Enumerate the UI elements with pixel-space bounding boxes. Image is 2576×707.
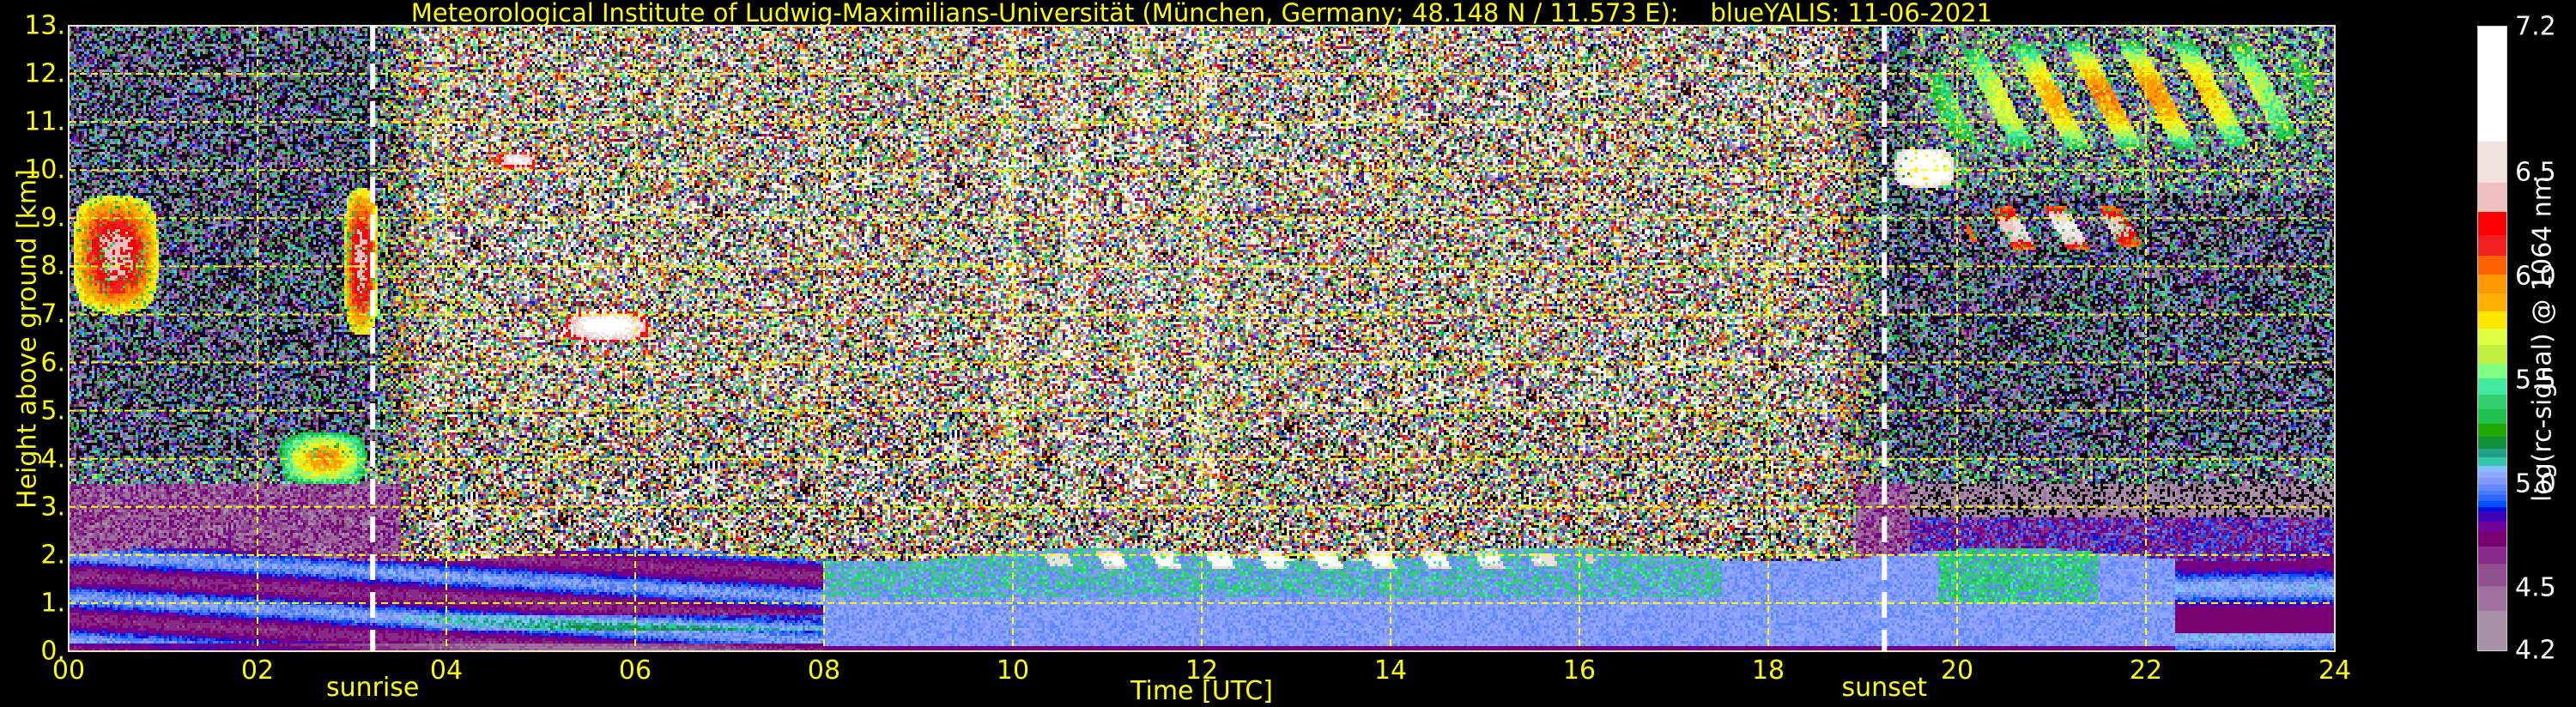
x-tick-label: 08 xyxy=(807,656,841,686)
colorbar-segment xyxy=(2478,521,2506,533)
x-tick-label: 14 xyxy=(1373,656,1408,686)
chart-title: Meteorological Institute of Ludwig-Maxim… xyxy=(410,0,1993,27)
colorbar-segment xyxy=(2478,311,2506,329)
colorbar-segment xyxy=(2478,344,2506,365)
plot-overlay xyxy=(68,25,2336,652)
colorbar-segment xyxy=(2478,448,2506,458)
x-tick-label: 02 xyxy=(240,656,275,686)
colorbar-segment xyxy=(2478,328,2506,346)
colorbar-segment xyxy=(2478,456,2506,466)
y-tick-label: 2. xyxy=(40,540,65,571)
colorbar-segment xyxy=(2478,585,2506,612)
colorbar-segment xyxy=(2478,27,2506,142)
colorbar-segment xyxy=(2478,471,2506,479)
colorbar-segment xyxy=(2478,484,2506,491)
colorbar-segment xyxy=(2478,211,2506,235)
y-tick-label: 11. xyxy=(24,106,65,137)
colorbar-segment xyxy=(2478,255,2506,275)
colorbar-segment xyxy=(2478,394,2506,410)
x-tick-label: 18 xyxy=(1751,656,1785,686)
colorbar-segment xyxy=(2478,477,2506,485)
colorbar-segment xyxy=(2478,363,2506,379)
colorbar-tick-label: 4.2 xyxy=(2515,635,2556,666)
colorbar-segment xyxy=(2478,274,2506,293)
colorbar-segment xyxy=(2478,465,2506,473)
colorbar-segment xyxy=(2478,500,2506,508)
x-tick-label: 20 xyxy=(1940,656,1974,686)
colorbar-segment xyxy=(2478,563,2506,587)
y-tick-label: 1. xyxy=(40,588,65,619)
x-tick-label: 06 xyxy=(618,656,652,686)
colorbar-segment xyxy=(2478,408,2506,425)
x-tick-label: 00 xyxy=(52,656,86,686)
colorbar-segment xyxy=(2478,506,2506,512)
y-tick-label: 13. xyxy=(24,10,65,41)
colorbar-segment xyxy=(2478,610,2506,651)
colorbar-tick-label: 7.2 xyxy=(2515,11,2556,42)
colorbar xyxy=(2477,26,2507,651)
x-tick-label: 22 xyxy=(2129,656,2163,686)
x-axis-label: Time [UTC] xyxy=(1130,676,1273,706)
x-tick-label: 24 xyxy=(2318,656,2352,686)
colorbar-segment xyxy=(2478,494,2506,502)
colorbar-segment xyxy=(2478,293,2506,312)
x-tick-label: 04 xyxy=(429,656,464,686)
colorbar-label: log(rc-signal) @ 1064 nm xyxy=(2527,175,2558,503)
colorbar-segment xyxy=(2478,436,2506,450)
y-axis-label: Height above ground [km] xyxy=(12,169,43,509)
colorbar-segment xyxy=(2478,546,2506,564)
colorbar-segment xyxy=(2478,141,2506,184)
sunset-label: sunset xyxy=(1841,673,1928,703)
colorbar-tick-label: 4.5 xyxy=(2515,572,2556,603)
colorbar-segment xyxy=(2478,531,2506,547)
colorbar-segment xyxy=(2478,378,2506,396)
plot-area xyxy=(68,25,2336,652)
x-tick-label: 16 xyxy=(1562,656,1597,686)
y-tick-label: 12. xyxy=(24,58,65,89)
colorbar-segment xyxy=(2478,511,2506,523)
colorbar-segment xyxy=(2478,423,2506,437)
colorbar-segment xyxy=(2478,234,2506,257)
colorbar-segment xyxy=(2478,490,2506,495)
x-tick-label: 10 xyxy=(996,656,1030,686)
colorbar-segment xyxy=(2478,182,2506,213)
sunrise-label: sunrise xyxy=(325,673,420,703)
